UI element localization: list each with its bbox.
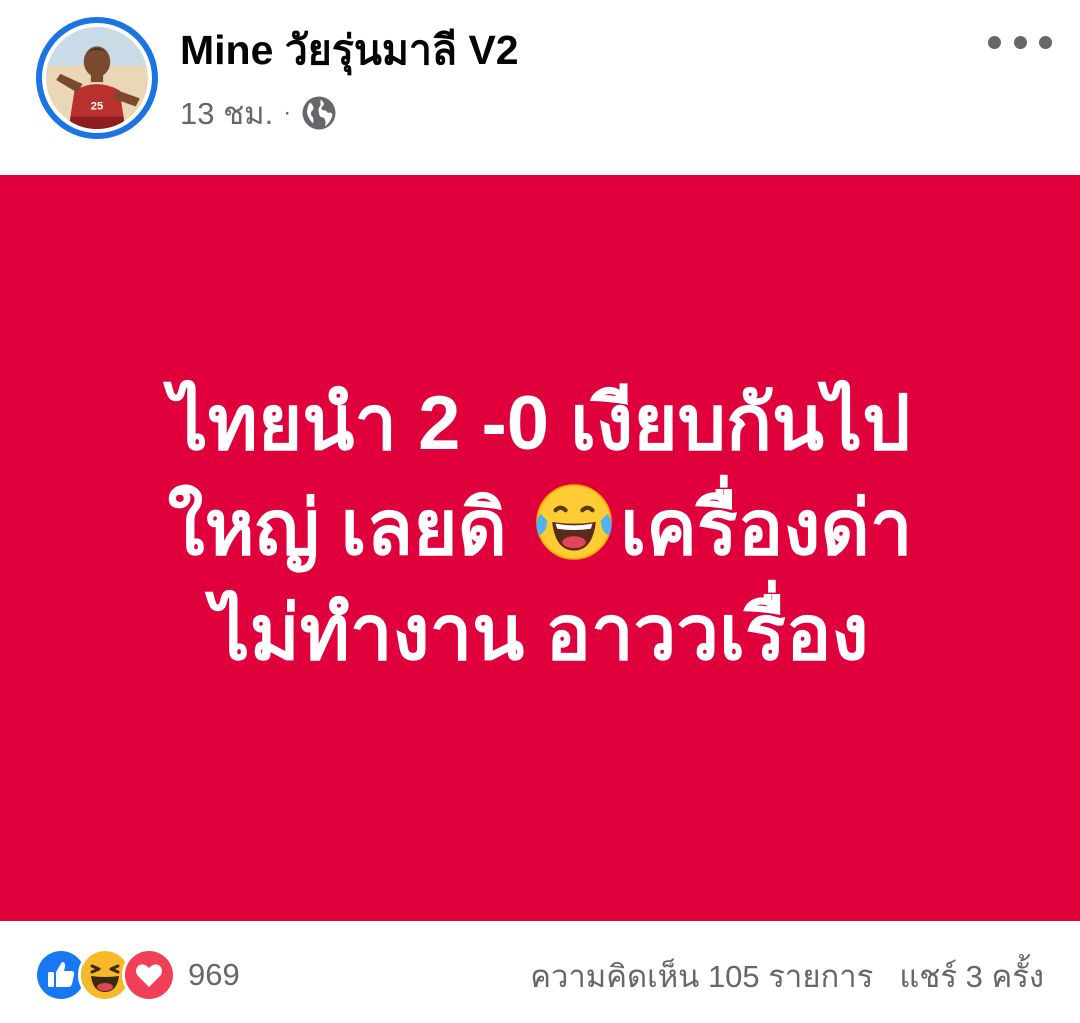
comments-count-link[interactable]: ความคิดเห็น 105 รายการ (530, 951, 873, 1001)
avatar-illustration: 25 (46, 27, 148, 129)
post-text-line: ไทยนำ 2 -0 เงียบกันไป (169, 380, 911, 466)
post-time[interactable]: 13 ชม. (180, 88, 273, 138)
avatar[interactable]: 25 (36, 17, 158, 139)
post-text-line: ใหญ่ เลยดิ เครื่องด่า (60, 476, 1020, 581)
meta-separator: · (283, 99, 292, 126)
globe-icon[interactable] (301, 95, 337, 131)
post-header: 25 Mine วัยรุ่นมาลี V2 13 ชม. · (0, 0, 1080, 175)
post-text-card: ไทยนำ 2 -0 เงียบกันไป ใหญ่ เลยดิ เครื่อง… (0, 175, 1080, 921)
shares-count-link[interactable]: แชร์ 3 ครั้ง (899, 951, 1044, 1001)
post-footer: 969 ความคิดเห็น 105 รายการ แชร์ 3 ครั้ง (0, 921, 1080, 1023)
facebook-post: 25 Mine วัยรุ่นมาลี V2 13 ชม. · ไทยนำ 2 … (0, 0, 1080, 1023)
post-stats: ความคิดเห็น 105 รายการ แชร์ 3 ครั้ง (530, 951, 1044, 1001)
post-text-line: ไม่ทำงาน อาววเรื่อง (211, 590, 869, 676)
reactions-summary[interactable]: 969 (34, 948, 240, 1002)
author-name[interactable]: Mine วัยรุ่นมาลี V2 (180, 26, 519, 74)
post-text: ไทยนำ 2 -0 เงียบกันไป ใหญ่ เลยดิ เครื่อง… (60, 371, 1020, 686)
post-text-fragment: ใหญ่ เลยดิ (167, 485, 507, 571)
crying-laughing-emoji-icon (532, 480, 616, 564)
post-text-fragment: เครื่องด่า (620, 485, 913, 571)
post-meta: 13 ชม. · (180, 92, 337, 134)
love-reaction-icon (122, 948, 176, 1002)
more-options-icon[interactable] (988, 28, 1052, 56)
reaction-count: 969 (188, 957, 240, 992)
avatar-jersey-number: 25 (91, 101, 103, 113)
